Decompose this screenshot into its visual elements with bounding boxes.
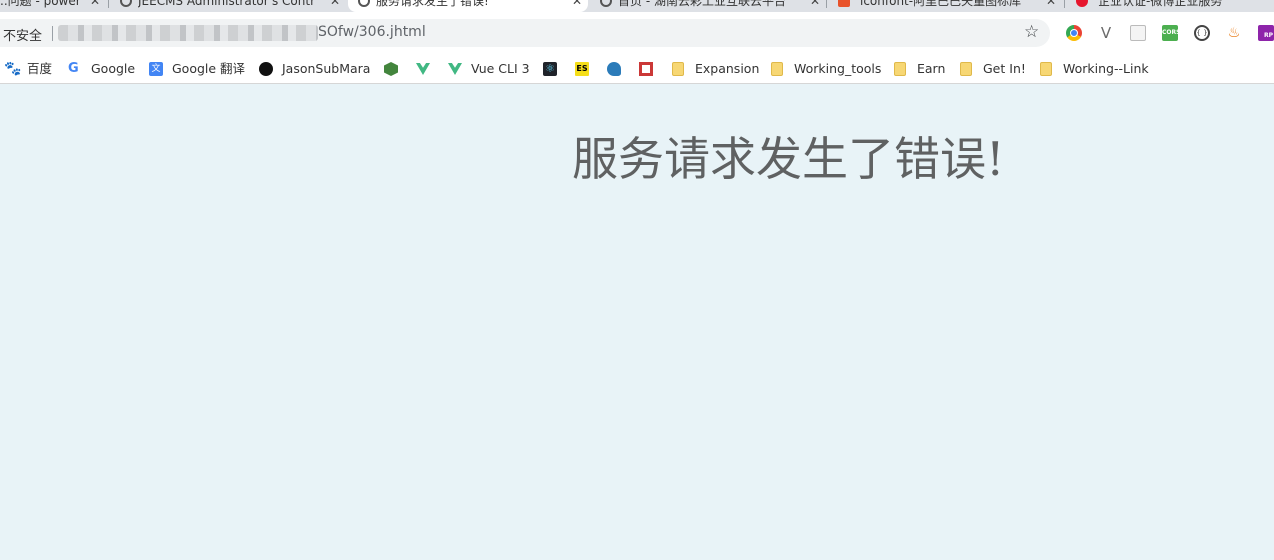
- bookmark-label: Working_tools: [794, 61, 882, 76]
- code-extension-icon[interactable]: { }: [1194, 25, 1210, 41]
- bookmark-label: Vue CLI 3: [471, 61, 530, 76]
- puzzle-extension-icon[interactable]: [1130, 25, 1146, 41]
- url-text[interactable]: SOfw/306.jhtml: [318, 24, 426, 40]
- rp-extension-icon[interactable]: RP: [1258, 25, 1274, 41]
- close-icon[interactable]: ✕: [90, 0, 100, 8]
- tab-title: ..问题 - power: [0, 0, 81, 8]
- folder-icon: [771, 62, 783, 76]
- tab-title: 首页 - 湖南云彩工业互联云平台: [618, 0, 786, 8]
- bookmark-label: Working--Link: [1063, 61, 1149, 76]
- tab-power[interactable]: ..问题 - power ✕: [0, 0, 106, 12]
- folder-icon: [960, 62, 972, 76]
- vue-icon: [448, 63, 462, 75]
- tab-title: 服务请求发生了错误!: [376, 0, 489, 8]
- tab-title: JEECMS Administrator's Contr: [138, 0, 315, 8]
- tab-separator: [108, 0, 109, 8]
- bookmark-label: Google: [91, 61, 136, 76]
- tab-active-error[interactable]: 服务请求发生了错误! ✕: [348, 0, 588, 12]
- baidu-icon: 🐾: [4, 61, 22, 77]
- tab-weibo[interactable]: 企业认证-微博企业服务: [1066, 0, 1274, 12]
- close-icon[interactable]: ✕: [572, 0, 582, 8]
- security-indicator[interactable]: 不安全: [3, 25, 42, 44]
- tab-homepage[interactable]: 首页 - 湖南云彩工业互联云平台 ✕: [590, 0, 826, 12]
- browser-toolbar: 不安全 SOfw/306.jhtml ☆ V CORS { } ♨ RP: [0, 12, 1274, 54]
- es-icon: ES: [575, 62, 589, 76]
- address-bar[interactable]: 不安全 SOfw/306.jhtml ☆: [0, 19, 1050, 47]
- close-icon[interactable]: ✕: [810, 0, 820, 8]
- bookmark-label: JasonSubMara: [282, 61, 371, 76]
- omnibox-separator: [52, 26, 53, 41]
- nodejs-icon: [384, 62, 398, 76]
- tab-strip: ..问题 - power ✕ JEECMS Administrator's Co…: [0, 0, 1274, 12]
- vue-icon: [416, 63, 430, 75]
- error-message: 服务请求发生了错误!: [572, 132, 1005, 186]
- bookmark-label: Get In!: [983, 61, 1026, 76]
- tab-iconfont[interactable]: iconfont-阿里巴巴矢量图标库 ✕: [828, 0, 1062, 12]
- npm-icon: [639, 62, 653, 76]
- google-translate-icon: 文: [149, 62, 163, 76]
- tab-title: iconfont-阿里巴巴矢量图标库: [860, 0, 1022, 8]
- tab-jeecms[interactable]: JEECMS Administrator's Contr ✕: [110, 0, 346, 12]
- globe-icon: [600, 0, 612, 7]
- bookmark-label: 百度: [27, 61, 53, 76]
- bookmarks-bar: 🐾 百度 G Google 文 Google 翻译 JasonSubMara V…: [0, 54, 1274, 84]
- bookmark-label: Earn: [917, 61, 946, 76]
- google-icon: G: [68, 61, 79, 76]
- tab-title: 企业认证-微博企业服务: [1098, 0, 1223, 8]
- globe-icon: [358, 0, 370, 7]
- close-icon[interactable]: ✕: [1046, 0, 1056, 8]
- bookmark-star-icon[interactable]: ☆: [1024, 22, 1039, 42]
- bookmark-label: Google 翻译: [172, 61, 246, 76]
- globe-icon: [120, 0, 132, 7]
- bookmark-label: Expansion: [695, 61, 760, 76]
- tab-separator: [1064, 0, 1065, 8]
- bird-icon: [607, 62, 621, 76]
- java-extension-icon[interactable]: ♨: [1226, 25, 1242, 41]
- close-icon[interactable]: ✕: [330, 0, 340, 8]
- folder-icon: [894, 62, 906, 76]
- weibo-icon: [1076, 0, 1088, 7]
- tab-separator: [826, 0, 827, 8]
- folder-icon: [1040, 62, 1052, 76]
- react-icon: ⚛: [543, 62, 557, 76]
- github-icon: [259, 62, 273, 76]
- vue-devtools-icon[interactable]: V: [1098, 25, 1114, 41]
- chrome-extension-icon[interactable]: [1066, 25, 1082, 41]
- iconfont-icon: [838, 0, 850, 7]
- url-redacted: [58, 25, 318, 41]
- folder-icon: [672, 62, 684, 76]
- page-content: 服务请求发生了错误!: [0, 84, 1274, 560]
- cors-extension-icon[interactable]: CORS: [1162, 25, 1180, 41]
